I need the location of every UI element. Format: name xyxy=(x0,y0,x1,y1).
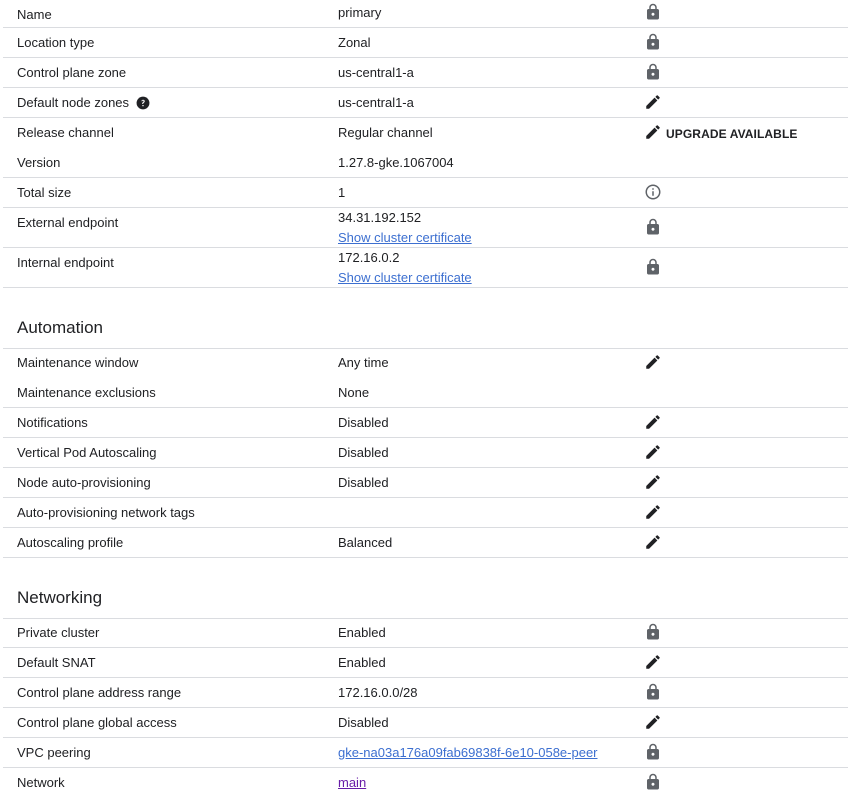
row-label: Version xyxy=(17,155,61,170)
row-value: primary xyxy=(338,5,382,20)
row-label: Vertical Pod Autoscaling xyxy=(17,445,157,460)
help-icon[interactable] xyxy=(136,96,150,110)
automation-row-maintenance-window: Maintenance window Any time xyxy=(3,348,848,378)
edit-icon[interactable] xyxy=(644,353,662,371)
row-value: Enabled xyxy=(338,655,386,670)
row-label: VPC peering xyxy=(17,745,91,760)
row-value: Balanced xyxy=(338,535,393,550)
show-cluster-certificate-link[interactable]: Show cluster certificate xyxy=(338,230,472,246)
row-value: Any time xyxy=(338,355,389,370)
detail-row-location-type: Location type Zonal xyxy=(3,28,848,58)
automation-row-maintenance-exclusions: Maintenance exclusions None xyxy=(3,378,848,408)
vpc-peering-link[interactable]: gke-na03a176a09fab69838f-6e10-058e-peer xyxy=(338,745,598,761)
detail-row-total-size: Total size 1 xyxy=(3,178,848,208)
detail-row-release-channel: Release channel Regular channel UPGRADE … xyxy=(3,118,848,148)
row-label: Location type xyxy=(17,35,95,50)
row-value: 172.16.0.0/28 xyxy=(338,685,418,700)
row-label: Autoscaling profile xyxy=(17,535,124,550)
edit-icon[interactable] xyxy=(644,503,662,521)
row-label: Node auto-provisioning xyxy=(17,475,151,490)
automation-row-auto-provisioning-network-tags: Auto-provisioning network tags xyxy=(3,498,848,528)
row-value: Disabled xyxy=(338,475,389,490)
row-label: Maintenance exclusions xyxy=(17,385,156,400)
detail-row-control-plane-zone: Control plane zone us-central1-a xyxy=(3,58,848,88)
row-value: 34.31.192.152 xyxy=(338,210,422,225)
networking-row-control-plane-global-access: Control plane global access Disabled xyxy=(3,708,848,738)
row-value: Enabled xyxy=(338,625,386,640)
row-label: Control plane zone xyxy=(17,65,127,80)
row-label-text: Default node zones xyxy=(17,95,130,110)
detail-row-name: Name primary xyxy=(3,0,848,28)
networking-row-vpc-peering: VPC peering gke-na03a176a09fab69838f-6e1… xyxy=(3,738,848,768)
row-label: Release channel xyxy=(17,125,114,140)
edit-icon[interactable] xyxy=(644,443,662,461)
edit-icon[interactable] xyxy=(644,93,662,111)
row-label: Maintenance window xyxy=(17,355,139,370)
info-icon[interactable] xyxy=(644,183,662,201)
lock-icon xyxy=(644,3,662,21)
row-value: None xyxy=(338,385,370,400)
row-value: us-central1-a xyxy=(338,95,414,110)
section-title-networking: Networking xyxy=(17,588,103,607)
row-label: Default SNAT xyxy=(17,655,96,670)
row-value: Disabled xyxy=(338,445,389,460)
detail-row-default-node-zones: Default node zones us-central1-a xyxy=(3,88,848,118)
row-value: 1.27.8-gke.1067004 xyxy=(338,155,454,170)
row-label: Control plane address range xyxy=(17,685,182,700)
row-value: 172.16.0.2 xyxy=(338,250,400,265)
edit-icon[interactable] xyxy=(644,653,662,671)
lock-icon xyxy=(644,218,662,236)
networking-row-control-plane-address-range: Control plane address range 172.16.0.0/2… xyxy=(3,678,848,708)
detail-row-external-endpoint: External endpoint 34.31.192.152 Show clu… xyxy=(3,208,848,248)
edit-icon[interactable] xyxy=(644,473,662,491)
row-label: Auto-provisioning network tags xyxy=(17,505,195,520)
networking-row-private-cluster: Private cluster Enabled xyxy=(3,618,848,648)
row-value: 1 xyxy=(338,185,346,200)
lock-icon xyxy=(644,773,662,791)
row-value: us-central1-a xyxy=(338,65,414,80)
network-link[interactable]: main xyxy=(338,775,366,791)
lock-icon xyxy=(644,683,662,701)
lock-icon xyxy=(644,623,662,641)
detail-row-version: Version 1.27.8-gke.1067004 xyxy=(3,148,848,178)
detail-row-internal-endpoint: Internal endpoint 172.16.0.2 Show cluste… xyxy=(3,248,848,288)
row-label: Network xyxy=(17,775,65,790)
row-label: Default node zones xyxy=(17,95,150,111)
lock-icon xyxy=(644,33,662,51)
edit-icon[interactable] xyxy=(644,413,662,431)
edit-icon[interactable] xyxy=(644,123,662,141)
networking-row-default-snat: Default SNAT Enabled xyxy=(3,648,848,678)
edit-icon[interactable] xyxy=(644,713,662,731)
lock-icon xyxy=(644,258,662,276)
row-value: Zonal xyxy=(338,35,371,50)
row-label: Private cluster xyxy=(17,625,100,640)
lock-icon xyxy=(644,743,662,761)
automation-row-autoscaling-profile: Autoscaling profile Balanced xyxy=(3,528,848,558)
row-label: Total size xyxy=(17,185,72,200)
automation-row-node-auto-provisioning: Node auto-provisioning Disabled xyxy=(3,468,848,498)
show-cluster-certificate-link[interactable]: Show cluster certificate xyxy=(338,270,472,286)
section-title-automation: Automation xyxy=(17,318,103,337)
row-value: Regular channel xyxy=(338,125,433,140)
row-label: Internal endpoint xyxy=(17,255,114,270)
row-label: Name xyxy=(17,7,52,22)
row-label: Control plane global access xyxy=(17,715,177,730)
row-label: Notifications xyxy=(17,415,88,430)
automation-row-vertical-pod-autoscaling: Vertical Pod Autoscaling Disabled xyxy=(3,438,848,468)
networking-row-network: Network main xyxy=(3,768,848,793)
row-label: External endpoint xyxy=(17,215,119,230)
automation-row-notifications: Notifications Disabled xyxy=(3,408,848,438)
row-value: Disabled xyxy=(338,715,389,730)
edit-icon[interactable] xyxy=(644,533,662,551)
lock-icon xyxy=(644,63,662,81)
upgrade-available-button[interactable]: UPGRADE AVAILABLE xyxy=(666,127,797,141)
row-value: Disabled xyxy=(338,415,389,430)
